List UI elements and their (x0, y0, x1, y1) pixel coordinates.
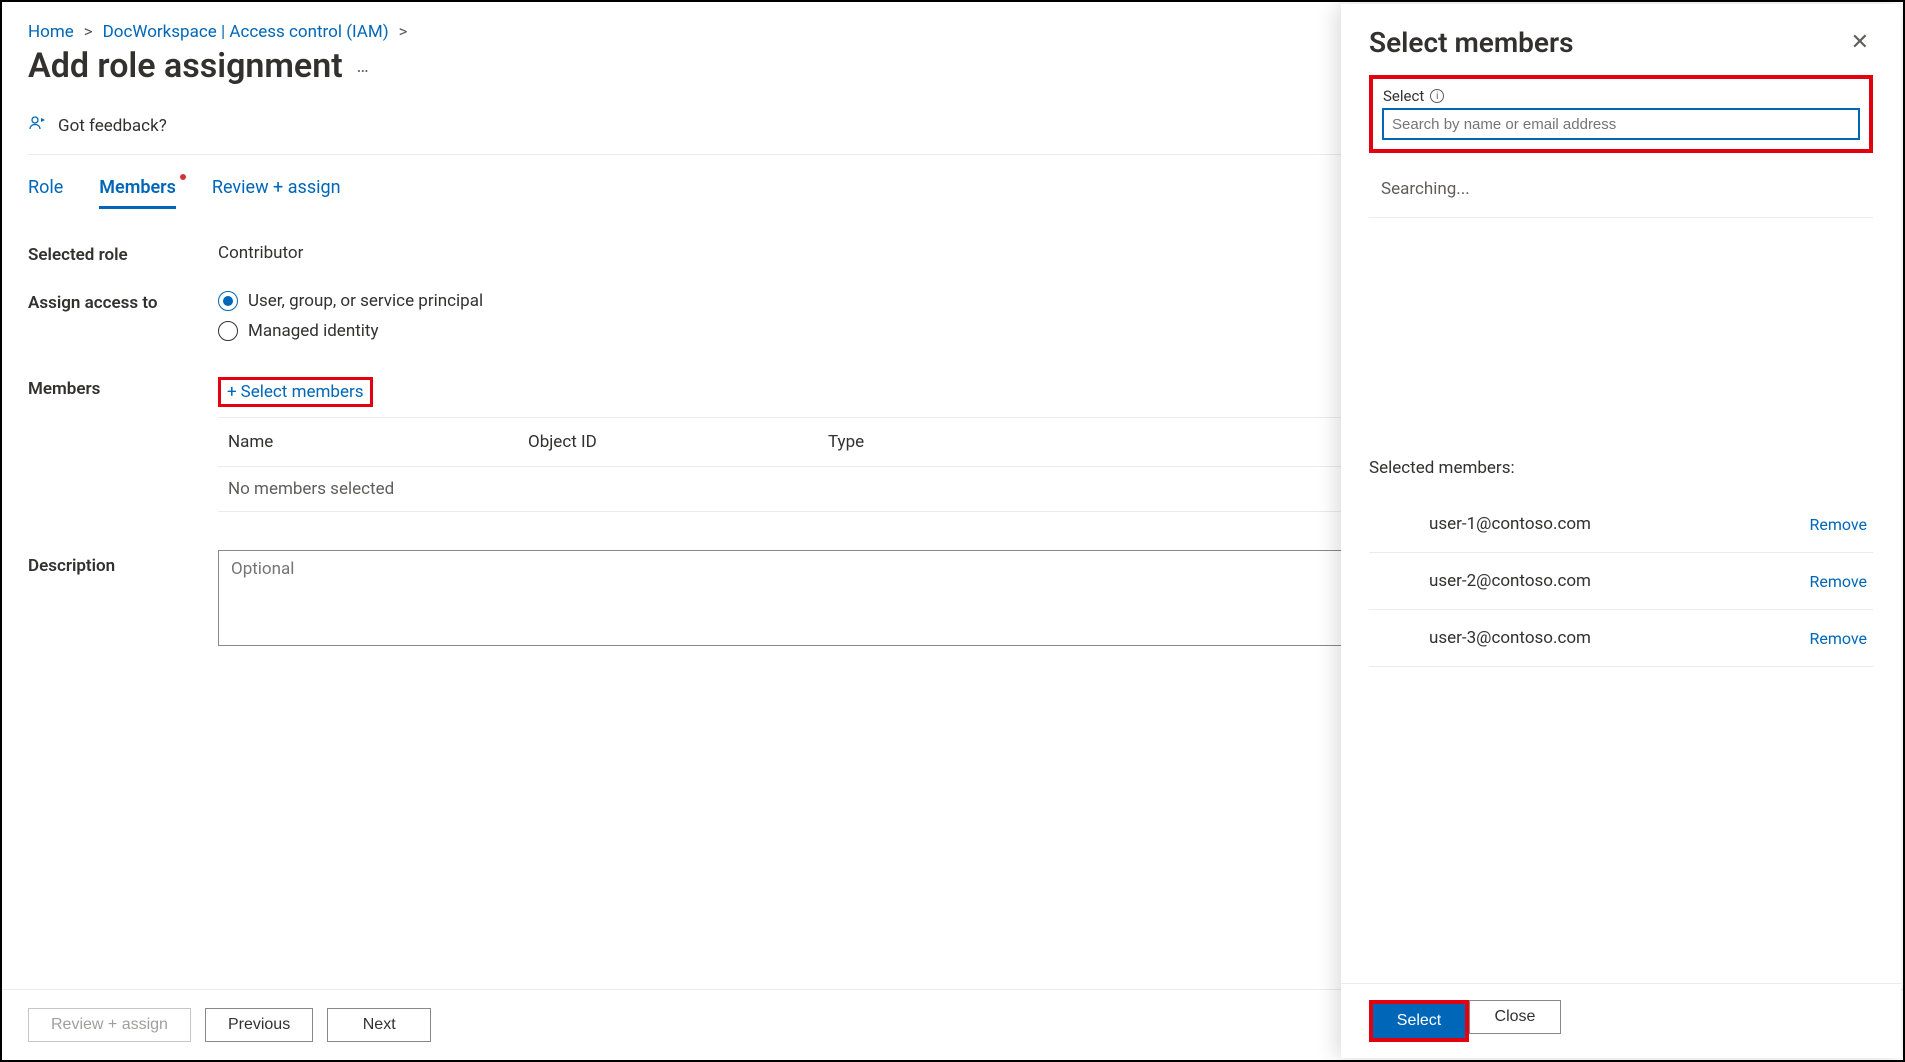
selected-member-row: user-1@contoso.com Remove (1369, 496, 1873, 553)
label-select: Select (1383, 87, 1424, 105)
panel-title: Select members (1369, 26, 1573, 59)
member-email: user-3@contoso.com (1429, 628, 1591, 648)
plus-icon: + (227, 382, 237, 402)
label-members: Members (28, 377, 218, 399)
selected-member-row: user-3@contoso.com Remove (1369, 610, 1873, 667)
previous-button[interactable]: Previous (205, 1008, 313, 1042)
label-selected-role: Selected role (28, 243, 218, 265)
tab-members[interactable]: Members (99, 177, 176, 209)
highlight-search: Select i (1369, 75, 1873, 153)
tab-review-assign[interactable]: Review + assign (212, 177, 341, 209)
select-members-panel: Select members ✕ Select i Searching... S… (1341, 4, 1901, 1058)
radio-user-group-sp-label: User, group, or service principal (248, 291, 483, 311)
search-input[interactable] (1383, 109, 1859, 139)
highlight-select-members: + Select members (218, 377, 373, 407)
value-selected-role: Contributor (218, 243, 303, 263)
select-members-link-label: Select members (241, 382, 364, 402)
info-icon[interactable]: i (1430, 89, 1444, 103)
label-assign-access-to: Assign access to (28, 291, 218, 313)
label-description: Description (28, 550, 218, 576)
select-members-link[interactable]: + Select members (227, 382, 364, 402)
feedback-icon (28, 114, 48, 138)
radio-managed-identity-label: Managed identity (248, 321, 379, 341)
required-dot-icon (180, 174, 186, 180)
chevron-right-icon: > (399, 22, 408, 42)
member-email: user-2@contoso.com (1429, 571, 1591, 591)
tab-role[interactable]: Role (28, 177, 63, 209)
searching-text: Searching... (1369, 169, 1873, 218)
radio-user-group-sp[interactable]: User, group, or service principal (218, 291, 483, 311)
next-button[interactable]: Next (327, 1008, 431, 1042)
remove-member-link[interactable]: Remove (1809, 572, 1867, 591)
breadcrumb-home[interactable]: Home (28, 22, 74, 42)
col-object-id: Object ID (528, 432, 828, 452)
remove-member-link[interactable]: Remove (1809, 629, 1867, 648)
review-assign-button[interactable]: Review + assign (28, 1008, 191, 1042)
feedback-link[interactable]: Got feedback? (58, 116, 167, 136)
chevron-right-icon: > (84, 22, 93, 42)
close-icon[interactable]: ✕ (1847, 26, 1873, 59)
member-email: user-1@contoso.com (1429, 514, 1591, 534)
col-name: Name (228, 432, 528, 452)
remove-member-link[interactable]: Remove (1809, 515, 1867, 534)
selected-members-label: Selected members: (1369, 458, 1873, 478)
page-title: Add role assignment (28, 46, 343, 86)
select-button[interactable]: Select (1373, 1004, 1465, 1038)
selected-member-row: user-2@contoso.com Remove (1369, 553, 1873, 610)
radio-icon (218, 321, 238, 341)
highlight-select-button: Select (1369, 1000, 1469, 1042)
radio-managed-identity[interactable]: Managed identity (218, 321, 483, 341)
more-actions-icon[interactable]: … (357, 56, 371, 77)
breadcrumb-workspace[interactable]: DocWorkspace | Access control (IAM) (103, 22, 389, 42)
tab-members-label: Members (99, 177, 176, 198)
radio-icon (218, 291, 238, 311)
close-button[interactable]: Close (1469, 1000, 1561, 1034)
